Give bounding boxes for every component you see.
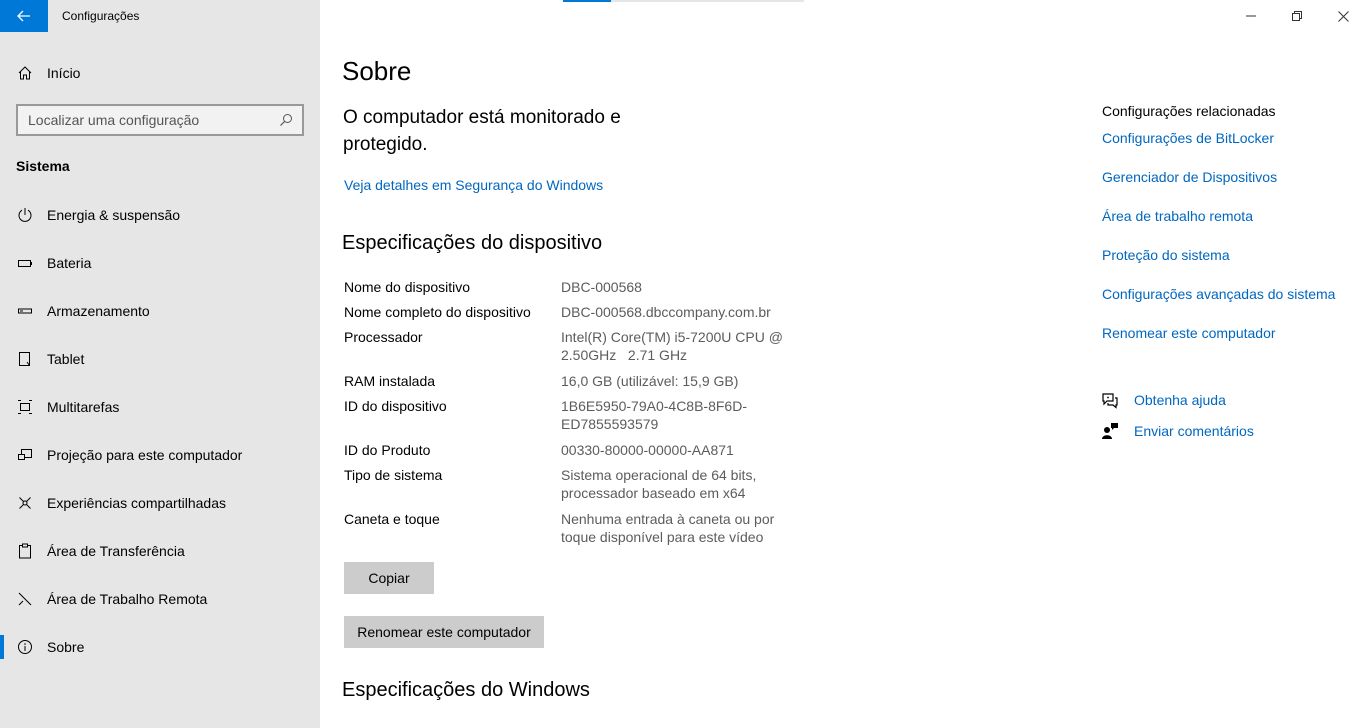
info-icon bbox=[16, 638, 34, 656]
feedback-icon bbox=[1100, 421, 1120, 441]
page-title: Sobre bbox=[342, 56, 412, 86]
search-placeholder: Localizar uma configuração bbox=[28, 112, 200, 128]
sidebar-item-clipboard[interactable]: Área de Transferência bbox=[0, 531, 320, 571]
clipboard-icon bbox=[16, 542, 34, 560]
battery-icon bbox=[16, 254, 34, 272]
remote-desktop-link[interactable]: Área de trabalho remota bbox=[1102, 208, 1253, 224]
send-feedback-link[interactable]: Enviar comentários bbox=[1134, 423, 1254, 439]
back-button[interactable] bbox=[0, 0, 48, 32]
device-specs-title: Especificações do dispositivo bbox=[342, 232, 603, 254]
sidebar-item-remote-desktop[interactable]: Área de Trabalho Remota bbox=[0, 579, 320, 619]
spec-value: DBC-000568.dbccompany.com.br bbox=[561, 304, 771, 320]
spec-value: Nenhuma entrada à caneta ou por toque di… bbox=[561, 511, 775, 545]
system-protection-link[interactable]: Proteção do sistema bbox=[1102, 247, 1230, 263]
sidebar-item-label: Multitarefas bbox=[47, 399, 120, 415]
sidebar-item-power[interactable]: Energia & suspensão bbox=[0, 195, 320, 235]
rename-pc-link[interactable]: Renomear este computador bbox=[1102, 325, 1276, 341]
minimize-button[interactable] bbox=[1228, 0, 1274, 32]
sidebar-item-storage[interactable]: Armazenamento bbox=[0, 291, 320, 331]
sidebar-item-projection[interactable]: Projeção para este computador bbox=[0, 435, 320, 475]
bitlocker-link[interactable]: Configurações de BitLocker bbox=[1102, 130, 1274, 146]
advanced-system-settings-link[interactable]: Configurações avançadas do sistema bbox=[1102, 286, 1335, 302]
get-help-link[interactable]: Obtenha ajuda bbox=[1134, 392, 1226, 408]
device-manager-link[interactable]: Gerenciador de Dispositivos bbox=[1102, 169, 1277, 185]
restore-button[interactable] bbox=[1274, 0, 1320, 32]
rename-pc-button[interactable]: Renomear este computador bbox=[344, 616, 544, 648]
spec-value: DBC-000568 bbox=[561, 279, 642, 295]
spec-key: Caneta e toque bbox=[344, 511, 440, 527]
security-details-link[interactable]: Veja detalhes em Segurança do Windows bbox=[344, 177, 603, 193]
top-scroll-track bbox=[611, 0, 804, 2]
sidebar-item-home[interactable]: Início bbox=[0, 53, 320, 93]
minimize-icon bbox=[1246, 15, 1256, 17]
sidebar-item-multitasking[interactable]: Multitarefas bbox=[0, 387, 320, 427]
sidebar-item-label: Experiências compartilhadas bbox=[47, 495, 226, 511]
sidebar-item-label: Sobre bbox=[47, 639, 85, 655]
sidebar-home-label: Início bbox=[47, 65, 81, 81]
restore-icon bbox=[1292, 11, 1302, 21]
sidebar-item-tablet[interactable]: Tablet bbox=[0, 339, 320, 379]
spec-key: ID do Produto bbox=[344, 442, 431, 458]
help-chat-icon bbox=[1100, 390, 1120, 410]
spec-value: Intel(R) Core(TM) i5-7200U CPU @ 2.50GHz… bbox=[561, 329, 787, 363]
close-button[interactable] bbox=[1320, 0, 1366, 32]
sidebar-item-battery[interactable]: Bateria bbox=[0, 243, 320, 283]
close-icon bbox=[1337, 10, 1349, 22]
spec-value: 16,0 GB (utilizável: 15,9 GB) bbox=[561, 373, 739, 389]
spec-key: ID do dispositivo bbox=[344, 398, 447, 414]
windows-specs-title: Especificações do Windows bbox=[342, 679, 590, 701]
spec-key: Nome do dispositivo bbox=[344, 279, 471, 295]
protection-status: O computador está monitorado e protegido… bbox=[343, 107, 621, 155]
shared-experiences-icon bbox=[16, 494, 34, 512]
search-input[interactable]: Localizar uma configuração bbox=[16, 104, 304, 136]
active-indicator bbox=[0, 635, 4, 659]
spec-key: Processador bbox=[344, 329, 423, 345]
feedback-row[interactable]: Enviar comentários bbox=[1100, 421, 1254, 441]
storage-icon bbox=[16, 302, 34, 320]
projection-icon bbox=[16, 446, 34, 464]
tablet-icon bbox=[16, 350, 34, 368]
power-icon bbox=[16, 206, 34, 224]
sidebar-item-label: Energia & suspensão bbox=[47, 207, 181, 223]
back-arrow-icon bbox=[17, 10, 30, 22]
sidebar-item-label: Armazenamento bbox=[47, 303, 150, 319]
get-help-row[interactable]: Obtenha ajuda bbox=[1100, 390, 1226, 410]
spec-key: Tipo de sistema bbox=[344, 467, 443, 483]
home-icon bbox=[16, 64, 34, 82]
spec-value: 1B6E5950-79A0-4C8B-8F6D-ED7855593579 bbox=[561, 398, 747, 432]
app-title: Configurações bbox=[62, 9, 140, 23]
sidebar-item-label: Área de Transferência bbox=[47, 543, 185, 559]
multitasking-icon bbox=[16, 398, 34, 416]
sidebar-item-label: Área de Trabalho Remota bbox=[47, 591, 208, 607]
sidebar-item-about[interactable]: Sobre bbox=[0, 627, 320, 667]
remote-desktop-icon bbox=[16, 590, 34, 608]
spec-value: Sistema operacional de 64 bits, processa… bbox=[561, 467, 757, 501]
spec-value: 00330-80000-00000-AA871 bbox=[561, 442, 734, 458]
sidebar-item-label: Tablet bbox=[47, 351, 85, 367]
sidebar-item-label: Bateria bbox=[47, 255, 92, 271]
top-scroll-indicator bbox=[563, 0, 611, 2]
spec-key: Nome completo do dispositivo bbox=[344, 304, 531, 320]
sidebar-section-title: Sistema bbox=[16, 158, 70, 174]
related-settings-title: Configurações relacionadas bbox=[1102, 103, 1276, 119]
copy-button[interactable]: Copiar bbox=[344, 562, 434, 594]
sidebar-item-shared-experiences[interactable]: Experiências compartilhadas bbox=[0, 483, 320, 523]
sidebar: Configurações Início Localizar uma confi… bbox=[0, 0, 320, 728]
search-icon[interactable] bbox=[278, 112, 294, 128]
spec-key: RAM instalada bbox=[344, 373, 436, 389]
sidebar-item-label: Projeção para este computador bbox=[47, 447, 243, 463]
